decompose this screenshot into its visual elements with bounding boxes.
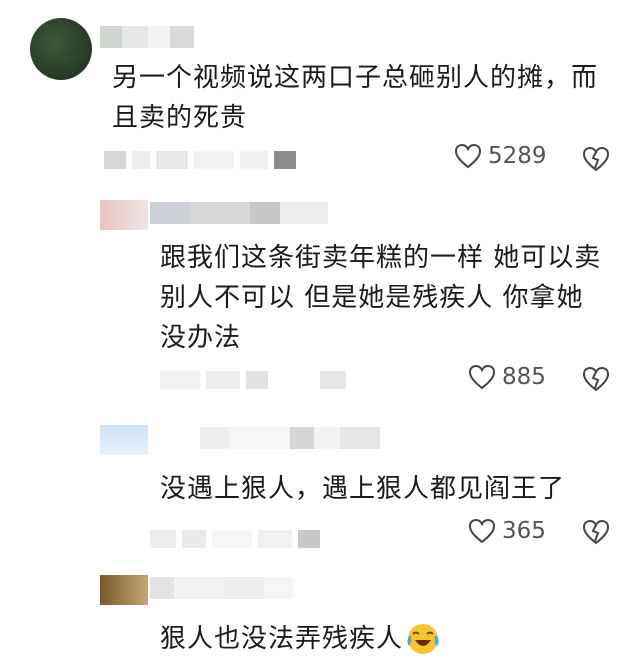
- broken-heart-icon: [582, 366, 610, 392]
- like-button[interactable]: 5289: [454, 143, 547, 169]
- like-count: 365: [502, 518, 546, 544]
- dislike-button[interactable]: [582, 366, 610, 392]
- like-button[interactable]: 885: [468, 364, 546, 390]
- comment-3: 没遇上狠人，遇上狠人都见阎王了 365: [0, 415, 640, 565]
- like-count: 5289: [488, 143, 547, 169]
- broken-heart-icon: [582, 146, 610, 172]
- crying-laughing-emoji: [405, 622, 441, 656]
- comment-meta-blurred: [104, 150, 296, 170]
- dislike-button[interactable]: [582, 519, 610, 545]
- username-blurred[interactable]: [150, 577, 294, 599]
- comment-1: 另一个视频说这两口子总砸别人的摊，而且卖的死贵 5289: [0, 0, 640, 190]
- comment-text: 狠人也没法弄残疾人: [160, 619, 630, 659]
- like-button[interactable]: 365: [468, 518, 546, 544]
- avatar[interactable]: [100, 575, 148, 605]
- dislike-button[interactable]: [582, 146, 610, 172]
- avatar[interactable]: [30, 18, 92, 80]
- comment-4: 狠人也没法弄残疾人: [0, 565, 640, 666]
- comment-2: 跟我们这条街卖年糕的一样 她可以卖别人不可以 但是她是残疾人 你拿她没办法 88…: [0, 190, 640, 415]
- comment-text: 跟我们这条街卖年糕的一样 她可以卖别人不可以 但是她是残疾人 你拿她没办法: [160, 243, 602, 353]
- avatar[interactable]: [100, 425, 148, 455]
- comment-text-content: 狠人也没法弄残疾人: [160, 624, 404, 654]
- heart-outline-icon: [468, 364, 496, 390]
- avatar[interactable]: [100, 200, 148, 230]
- comment-meta-blurred: [160, 370, 346, 390]
- heart-outline-icon: [468, 518, 496, 544]
- comment-text: 另一个视频说这两口子总砸别人的摊，而且卖的死贵: [112, 63, 599, 133]
- comment-meta-blurred: [150, 529, 320, 549]
- username-blurred[interactable]: [200, 427, 380, 449]
- heart-outline-icon: [454, 143, 482, 169]
- comment-text: 没遇上狠人，遇上狠人都见阎王了: [160, 474, 566, 504]
- broken-heart-icon: [582, 519, 610, 545]
- username-blurred[interactable]: [150, 202, 328, 224]
- like-count: 885: [502, 364, 546, 390]
- username-blurred[interactable]: [100, 26, 194, 48]
